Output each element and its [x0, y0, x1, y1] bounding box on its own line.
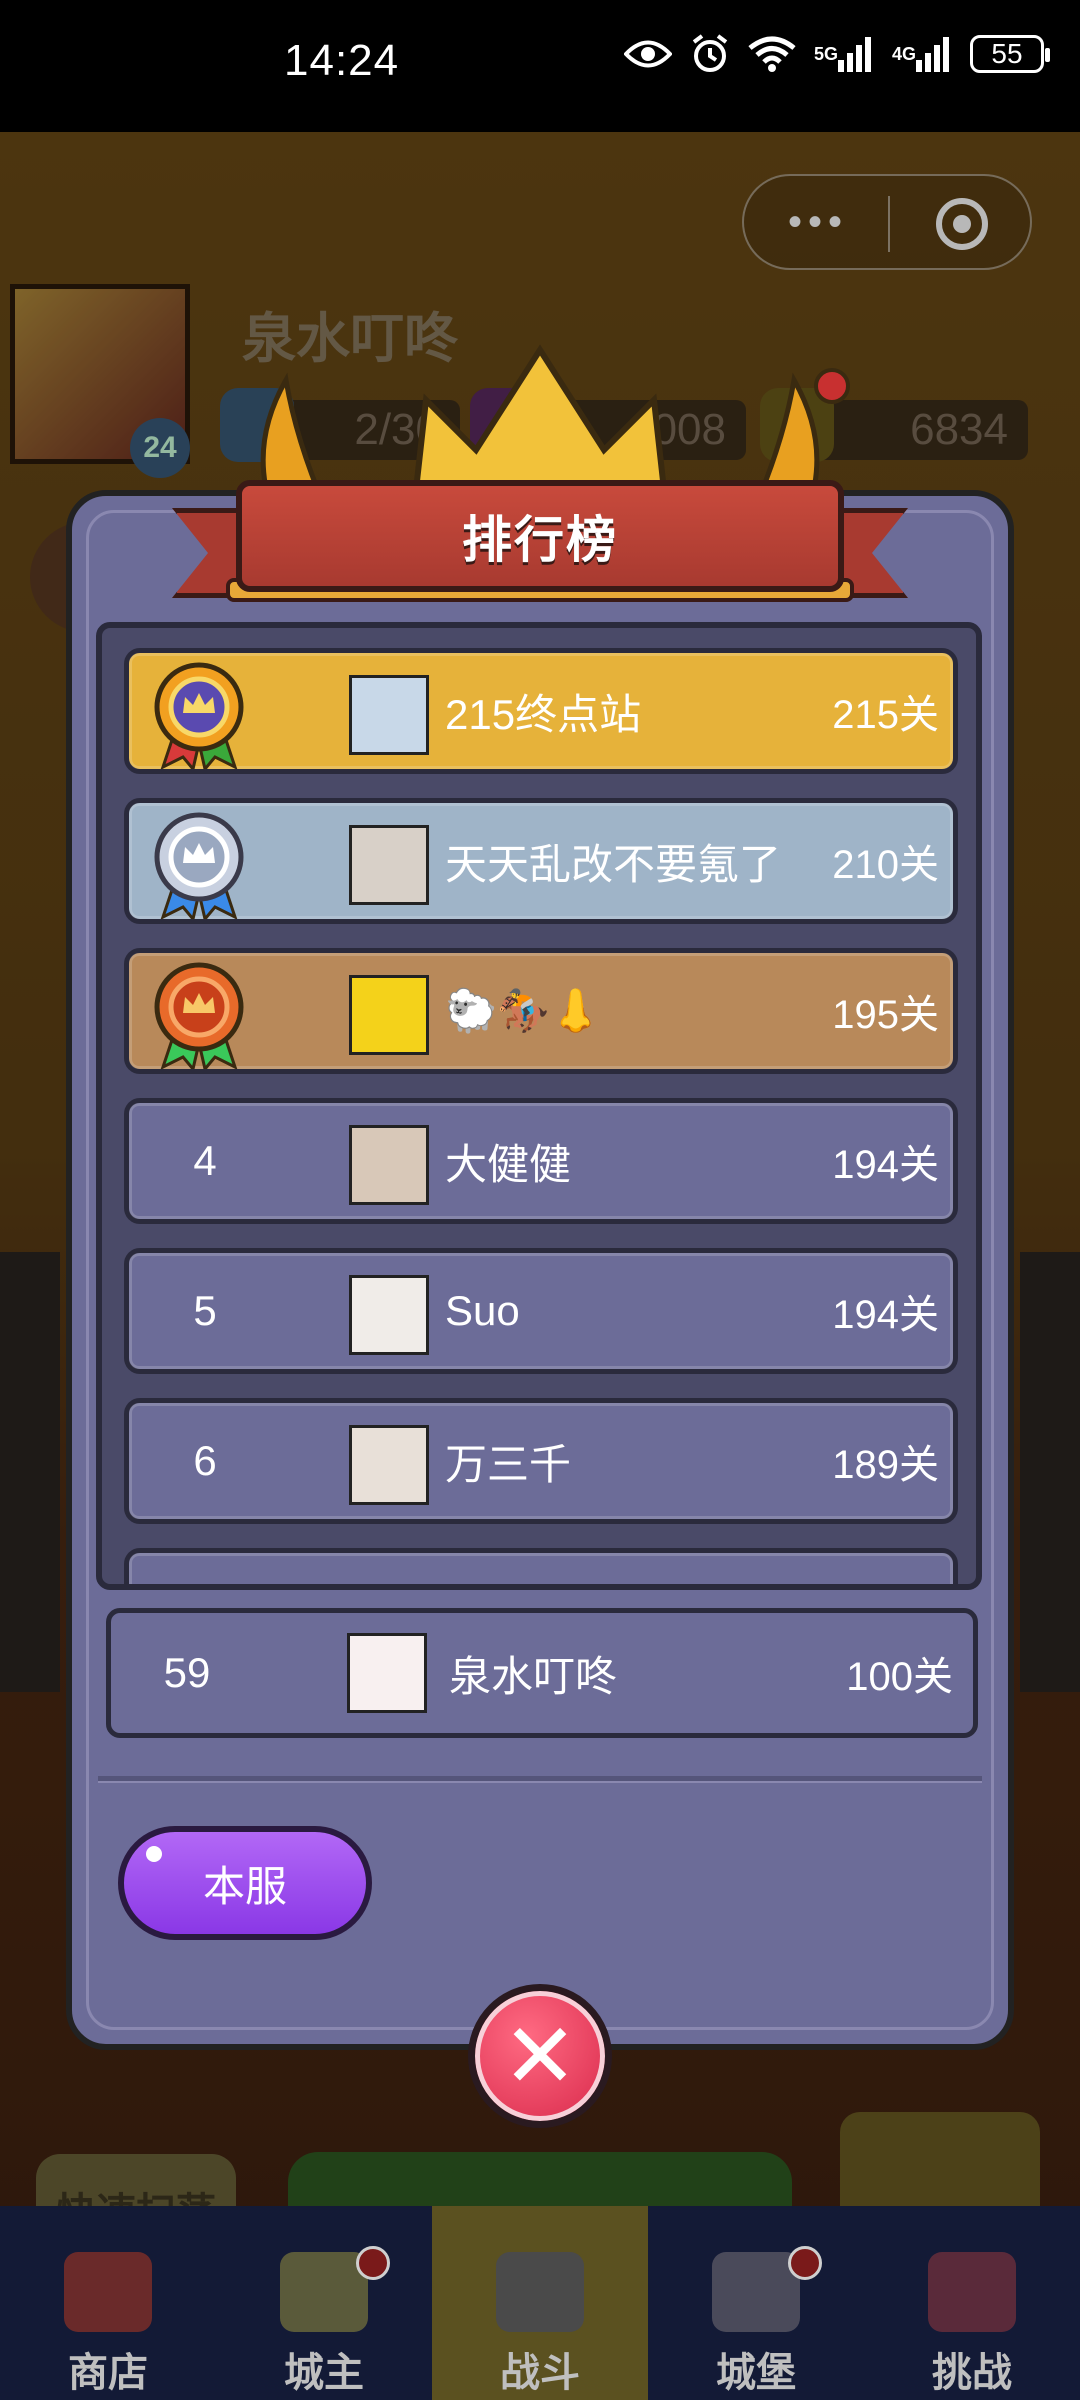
row-name: 大健健	[445, 1140, 572, 1188]
bronze-medal-icon	[154, 962, 244, 1069]
row-rank: 5	[193, 1287, 217, 1334]
my-rank-row: 59 泉水叮咚 100关	[106, 1608, 978, 1738]
nav-battle[interactable]: 战斗	[432, 2206, 648, 2400]
hooded-figure-avatar	[349, 1125, 429, 1205]
swords-icon	[496, 2252, 584, 2332]
leaderboard-row[interactable]: 5 Suo 194关	[124, 1248, 958, 1374]
row-level: 194关	[832, 1143, 939, 1187]
bottom-nav: 商店 城主 战斗 城堡 挑战	[0, 2206, 1080, 2400]
row-name: Suo	[445, 1287, 520, 1334]
row-name: 215终点站	[445, 690, 642, 738]
battery-icon: 55	[970, 35, 1050, 73]
leaderboard-row[interactable]	[124, 1548, 958, 1584]
close-icon: ✕	[502, 2006, 578, 2107]
leaderboard-row[interactable]: 🐑🏇👃 195关	[124, 948, 958, 1074]
row-level: 189关	[832, 1443, 939, 1487]
cat-avatar	[349, 1275, 429, 1355]
row-name: 🐑🏇👃	[445, 986, 602, 1034]
leaderboard-list[interactable]: 215终点站 215关 天天乱改不要氪了 210关 🐑🏇👃 195关 4 大健健…	[96, 622, 982, 1590]
nav-shop-label: 商店	[68, 2351, 148, 2395]
wifi-icon	[748, 36, 796, 72]
person-avatar	[349, 1425, 429, 1505]
sheep-avatar	[349, 675, 429, 755]
nav-battle-label: 战斗	[500, 2351, 580, 2395]
close-button[interactable]: ✕	[468, 1984, 612, 2128]
leaderboard-row[interactable]: 4 大健健 194关	[124, 1098, 958, 1224]
my-rank: 59	[163, 1649, 211, 1696]
modal-divider	[98, 1776, 982, 1783]
notification-badge	[356, 2246, 390, 2280]
flower-avatar	[349, 825, 429, 905]
crown-icon	[280, 2252, 368, 2332]
leaderboard-row[interactable]: 6 万三千 189关	[124, 1398, 958, 1524]
status-bar: 14:24 5G 4G 55	[0, 0, 1080, 132]
nav-lord-label: 城主	[284, 2351, 364, 2395]
row-level: 210关	[832, 843, 939, 887]
leaderboard-row[interactable]: 215终点站 215关	[124, 648, 958, 774]
signal-4g-icon: 4G	[892, 36, 952, 72]
shop-icon	[64, 2252, 152, 2332]
pig-avatar	[347, 1633, 427, 1713]
nav-castle[interactable]: 城堡	[648, 2206, 864, 2400]
leaderboard-row[interactable]: 天天乱改不要氪了 210关	[124, 798, 958, 924]
this-server-label: 本服	[202, 1862, 287, 1910]
status-icons: 5G 4G 55	[623, 34, 1050, 74]
eye-icon	[623, 39, 672, 69]
leaderboard-title: 排行榜	[462, 512, 618, 568]
demon-icon	[928, 2252, 1016, 2332]
row-rank: 4	[193, 1137, 217, 1184]
nav-castle-label: 城堡	[716, 2351, 796, 2395]
silver-medal-icon	[154, 812, 244, 919]
ribbon-main: 排行榜	[236, 480, 844, 592]
castle-icon	[712, 2252, 800, 2332]
my-name: 泉水叮咚	[449, 1652, 618, 1700]
nav-shop[interactable]: 商店	[0, 2206, 216, 2400]
row-name: 天天乱改不要氪了	[445, 840, 782, 888]
leaderboard-banner: 排行榜	[172, 340, 908, 610]
status-time: 14:24	[284, 36, 400, 85]
row-rank: 6	[193, 1437, 217, 1484]
this-server-button[interactable]: 本服	[118, 1826, 372, 1940]
nav-lord[interactable]: 城主	[216, 2206, 432, 2400]
nav-challenge[interactable]: 挑战	[864, 2206, 1080, 2400]
row-level: 195关	[832, 993, 939, 1037]
my-level: 100关	[846, 1655, 953, 1699]
row-level: 215关	[832, 693, 939, 737]
notification-badge	[788, 2246, 822, 2280]
cartoon-face-avatar	[349, 975, 429, 1055]
signal-5g-icon: 5G	[814, 36, 874, 72]
nav-challenge-label: 挑战	[932, 2351, 1012, 2395]
row-name: 万三千	[445, 1440, 572, 1488]
alarm-icon	[690, 34, 730, 74]
gold-medal-icon	[154, 662, 244, 769]
row-level: 194关	[832, 1293, 939, 1337]
